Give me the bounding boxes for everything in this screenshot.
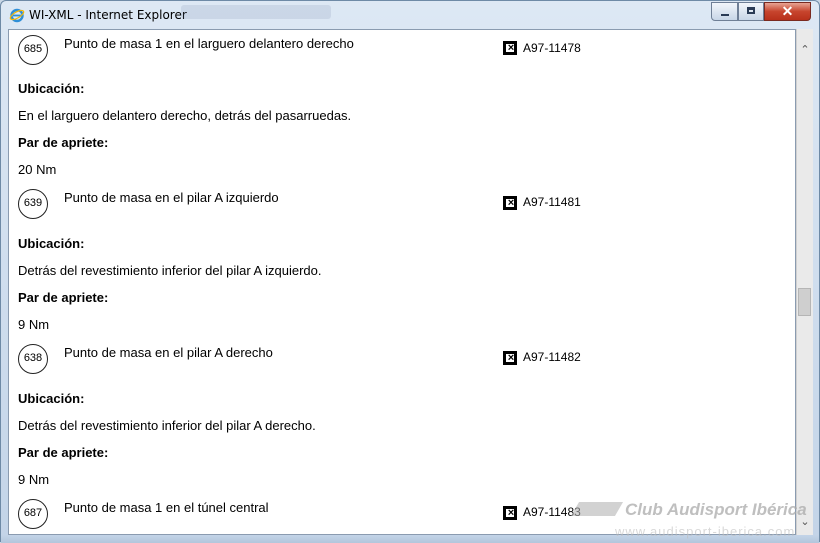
figure-reference: A97-11482 — [523, 350, 581, 364]
item-heading: Punto de masa 1 en el larguero delantero… — [64, 36, 354, 51]
item-heading: Punto de masa en el pilar A derecho — [64, 345, 273, 360]
item-heading: Punto de masa 1 en el túnel central — [64, 500, 269, 515]
background-window-title — [181, 5, 331, 19]
item-number-badge: 685 — [18, 35, 48, 65]
location-label: Ubicación: — [18, 236, 85, 251]
broken-image-icon[interactable]: × — [503, 506, 517, 520]
torque-label: Par de apriete: — [18, 445, 109, 460]
browser-window: WI-XML - Internet Explorer ✕ 685 Punto d… — [0, 0, 820, 543]
maximize-icon — [747, 7, 755, 14]
torque-value: 9 Nm — [18, 472, 50, 487]
window-title: WI-XML - Internet Explorer — [29, 8, 187, 22]
minimize-button[interactable] — [711, 2, 738, 21]
location-text: Detrás del revestimiento inferior del pi… — [18, 418, 316, 433]
internet-explorer-icon — [9, 8, 25, 23]
item-number-badge: 687 — [18, 499, 48, 529]
minimize-icon — [721, 14, 729, 16]
torque-label: Par de apriete: — [18, 290, 109, 305]
figure-reference: A97-11478 — [523, 41, 581, 55]
figure-reference: A97-11483 — [523, 505, 581, 519]
item-number-badge: 638 — [18, 344, 48, 374]
scrollbar-thumb[interactable] — [798, 288, 811, 316]
scroll-down-icon[interactable]: ⌄ — [797, 515, 813, 529]
location-label: Ubicación: — [18, 81, 85, 96]
broken-image-icon[interactable]: × — [503, 41, 517, 55]
torque-value: 20 Nm — [18, 162, 57, 177]
broken-image-icon[interactable]: × — [503, 351, 517, 365]
torque-value: 9 Nm — [18, 317, 50, 332]
maximize-button[interactable] — [738, 2, 764, 21]
item-heading: Punto de masa en el pilar A izquierdo — [64, 190, 279, 205]
document-content: 685 Punto de masa 1 en el larguero delan… — [8, 29, 796, 535]
scroll-up-icon[interactable]: ⌃ — [797, 43, 813, 57]
close-icon: ✕ — [781, 3, 794, 19]
vertical-scrollbar[interactable]: ⌃ ⌄ — [796, 29, 813, 535]
title-bar[interactable]: WI-XML - Internet Explorer ✕ — [1, 1, 819, 29]
close-button[interactable]: ✕ — [764, 2, 811, 21]
location-label: Ubicación: — [18, 391, 85, 406]
location-text: Detrás del revestimiento inferior del pi… — [18, 263, 322, 278]
location-text: En el larguero delantero derecho, detrás… — [18, 108, 352, 123]
torque-label: Par de apriete: — [18, 135, 109, 150]
figure-reference: A97-11481 — [523, 195, 581, 209]
broken-image-icon[interactable]: × — [503, 196, 517, 210]
item-number-badge: 639 — [18, 189, 48, 219]
